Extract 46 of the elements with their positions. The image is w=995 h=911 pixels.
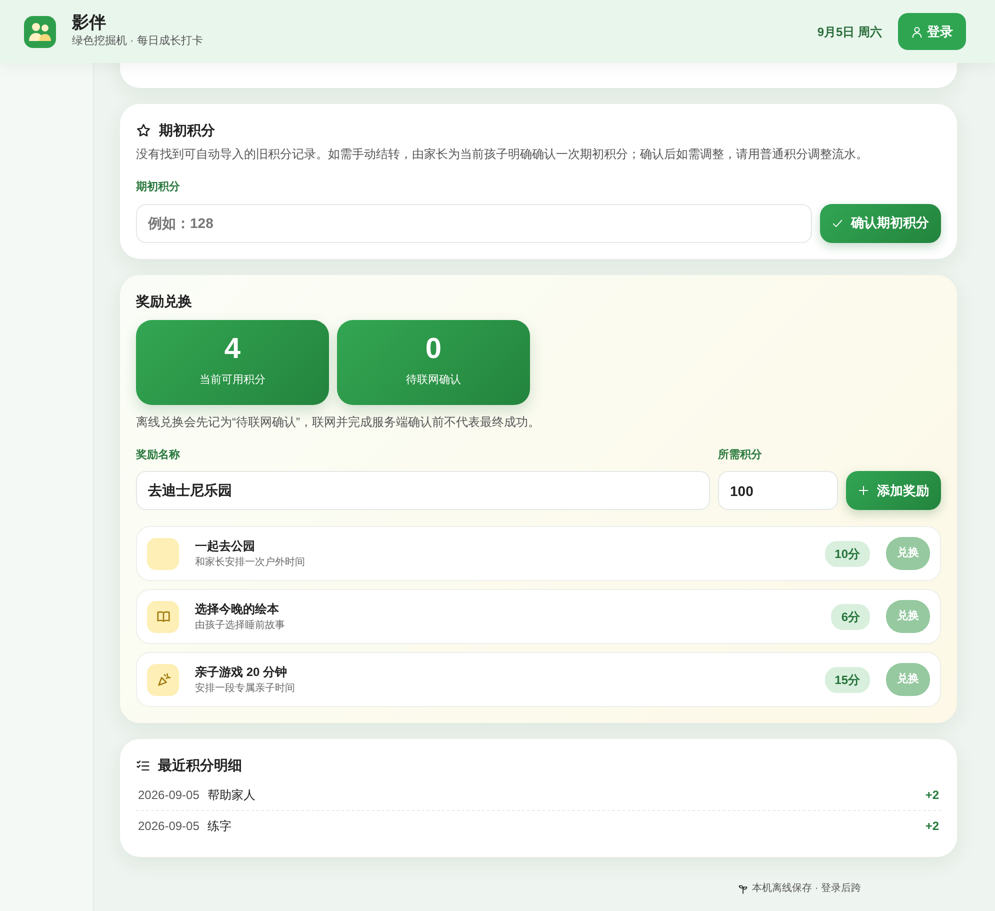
- icon-tile: [147, 538, 179, 570]
- section-title: 奖励兑换: [136, 292, 193, 310]
- points-badge: 6分: [831, 604, 870, 630]
- entry-description: 练字: [207, 818, 232, 835]
- stat-label: 当前可用积分: [200, 373, 266, 388]
- reward-title: 亲子游戏 20 分钟: [195, 664, 288, 681]
- points-badge: 15分: [824, 666, 870, 692]
- family-logo-icon: [24, 16, 56, 48]
- plus-icon: [858, 485, 869, 496]
- login-button[interactable]: 登录: [898, 12, 966, 50]
- stat-label: 待联网确认: [406, 373, 461, 388]
- field-label: 期初积分: [136, 180, 181, 195]
- user-icon: [911, 26, 923, 38]
- date-label: 9月5日 周六: [817, 24, 882, 40]
- reward-subtitle: 安排一段专属亲子时间: [195, 682, 296, 696]
- description-text: 没有找到可自动导入的旧积分记录。如需手动结转，由家长为当前孩子明确确认一次期初积分；确认后如需调整，请用普通积分调整流水。: [136, 146, 869, 163]
- stat-value: 0: [425, 335, 442, 364]
- stat-value: 4: [224, 335, 241, 364]
- add-reward-button[interactable]: 添加奖励: [846, 471, 941, 510]
- section-title: 期初积分: [159, 121, 215, 140]
- note-text: 离线兑换会先记为“待联网确认”，联网并完成服务端确认前不代表最终成功。: [136, 414, 541, 430]
- reward-name-field[interactable]: 去迪士尼乐园: [136, 471, 710, 510]
- entry-description: 帮助家人: [207, 787, 256, 804]
- reward-title: 选择今晚的绘本: [195, 601, 280, 618]
- points-field[interactable]: 100: [718, 471, 838, 510]
- plant-icon: [738, 884, 748, 894]
- check-icon: [832, 218, 843, 228]
- book-icon: [156, 609, 170, 624]
- confirm-button[interactable]: 确认期初积分: [820, 204, 941, 242]
- reward-subtitle: 和家长安排一次户外时间: [195, 556, 306, 570]
- points-change: +2: [925, 818, 939, 835]
- section-title: 最近积分明细: [158, 756, 242, 775]
- app-subtitle: 绿色挖掘机 · 每日成长打卡: [72, 34, 203, 49]
- app-title: 影伴: [72, 14, 107, 33]
- reward-title: 一起去公园: [195, 538, 256, 555]
- points-badge: 10分: [824, 540, 870, 566]
- field-label: 奖励名称: [136, 448, 181, 462]
- reward-subtitle: 由孩子选择睡前故事: [195, 618, 286, 633]
- date-text: 2026-09-05: [138, 787, 200, 804]
- footer-note: 本机离线保存 · 登录后跨: [752, 882, 861, 896]
- date-text: 2026-09-05: [138, 818, 200, 835]
- star-icon: [136, 123, 151, 138]
- party-popper-icon: [156, 672, 170, 687]
- checklist-icon: [136, 758, 150, 772]
- points-change: +2: [925, 787, 939, 804]
- field-label: 所需积分: [718, 448, 763, 462]
